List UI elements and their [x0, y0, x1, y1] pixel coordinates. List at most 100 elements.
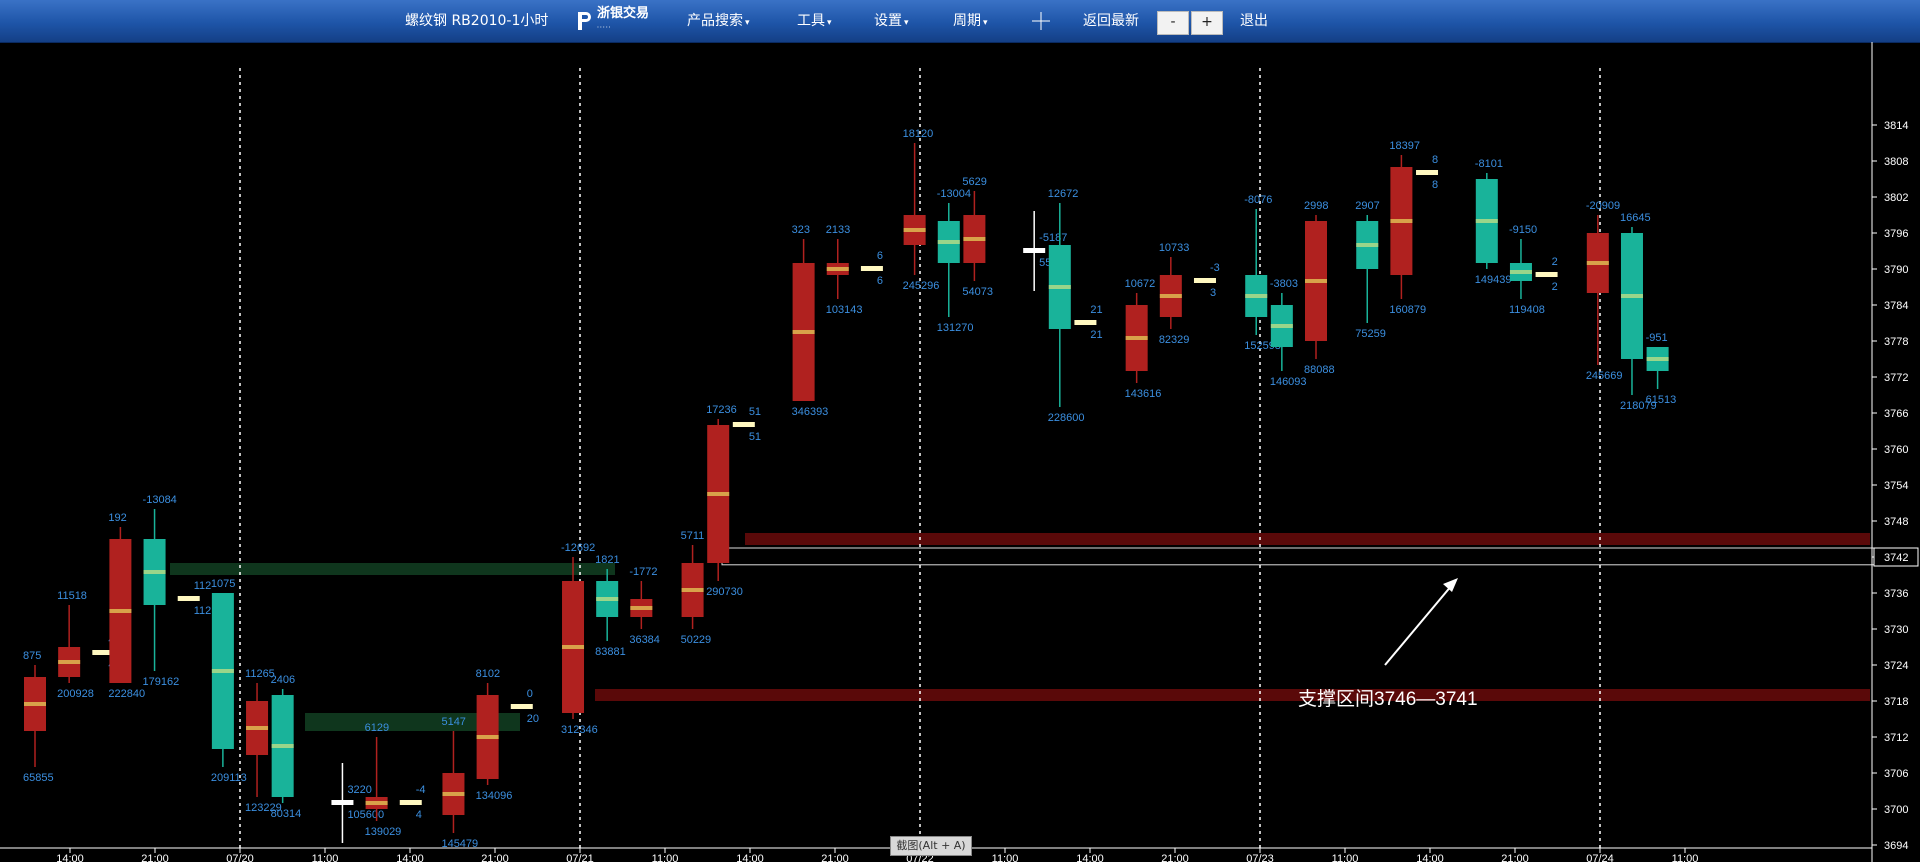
candle-label-bottom: 312346 [561, 724, 598, 736]
candle-label-top: 17236 [706, 404, 737, 416]
candle-label-top: 2998 [1304, 200, 1328, 212]
candle-label-bottom: 54073 [962, 286, 993, 298]
x-tick-label: 21:00 [1161, 853, 1189, 862]
candle-label-bottom: 65855 [23, 772, 54, 784]
back-to-latest-button[interactable]: 返回最新 [1083, 0, 1139, 42]
menu-tools[interactable]: 工具 ▾ [797, 0, 832, 42]
menu-period[interactable]: 周期 ▾ [953, 0, 988, 42]
x-tick-label: 11:00 [1332, 853, 1359, 862]
y-tick-label: 3772 [1884, 372, 1908, 384]
x-tick-label: 14:00 [1416, 853, 1444, 862]
y-tick-label: 3808 [1884, 156, 1908, 168]
chevron-down-icon: ▾ [983, 18, 988, 28]
x-tick-label: 07/24 [1586, 853, 1614, 862]
price-marker-label: 3742 [1884, 552, 1908, 564]
poc-marker [24, 702, 46, 706]
candle-label-top: -951 [1646, 332, 1668, 344]
poc-marker [630, 606, 653, 610]
instrument-title: 螺纹钢 RB2010-1小时 [405, 13, 549, 29]
candle-label-bottom: 179162 [143, 676, 180, 688]
zoom-in-button[interactable]: + [1191, 11, 1223, 35]
candle-label-top: -9150 [1509, 224, 1537, 236]
y-tick-label: 3748 [1884, 516, 1908, 528]
candle-label-bottom: 112 [194, 605, 212, 617]
candle-label-top: -13084 [143, 494, 177, 506]
menu-product-search[interactable]: 产品搜索 ▾ [687, 0, 750, 42]
poc-marker [1270, 324, 1293, 328]
candle-label-top: 1075 [211, 578, 235, 590]
screenshot-tooltip: 截图(Alt + A) [890, 836, 972, 856]
zoom-out-button[interactable]: - [1157, 11, 1189, 35]
flat-marker [510, 704, 533, 709]
poc-marker [58, 660, 81, 664]
candle-label-top: 112 [194, 580, 212, 592]
candle-label-bottom: 209113 [211, 772, 247, 784]
candle-label-bottom: 131270 [937, 322, 974, 334]
candle-label-top: -8076 [1244, 194, 1272, 206]
candle-label-bottom: 82329 [1159, 334, 1190, 346]
y-tick-label: 3778 [1884, 336, 1908, 348]
candle-label-bottom: 105600 [347, 809, 384, 821]
candle-label-bottom: 228600 [1048, 412, 1085, 424]
x-tick-label: 21:00 [141, 853, 169, 862]
flat-marker [1535, 272, 1558, 277]
poc-marker [792, 330, 815, 334]
y-tick-label: 3736 [1884, 588, 1908, 600]
candlestick-chart[interactable]: 87565855115182009284242192222840-1308417… [0, 42, 1920, 862]
poc-marker [1620, 294, 1643, 298]
candle-label-top: 323 [792, 224, 810, 236]
poc-marker [365, 801, 388, 805]
candle-label-bottom: 2 [1552, 281, 1558, 293]
x-tick-label: 11:00 [652, 853, 679, 862]
candle-label-top: 10733 [1159, 242, 1190, 254]
poc-marker [1390, 219, 1413, 223]
zone-resistance [745, 533, 1870, 545]
x-tick-label: 07/20 [226, 853, 254, 862]
candle-label-top: 0 [527, 688, 533, 700]
candle-label-top: 12672 [1048, 188, 1079, 200]
y-tick-label: 3694 [1884, 840, 1908, 852]
candle-label-bottom: 103143 [826, 304, 863, 316]
x-tick-label: 21:00 [1501, 853, 1529, 862]
poc-marker [1356, 243, 1379, 247]
crosshair-icon[interactable] [1032, 12, 1050, 30]
candle-label-bottom: 36384 [629, 634, 660, 646]
candle-label-top: -3 [1210, 262, 1220, 274]
candle-label-top: 2 [1552, 256, 1558, 268]
y-tick-label: 3790 [1884, 264, 1908, 276]
candle-label-bottom: 83881 [595, 646, 626, 658]
y-tick-label: 3766 [1884, 408, 1908, 420]
candle-label-bottom: 51 [749, 431, 761, 443]
exit-button[interactable]: 退出 [1240, 0, 1268, 42]
menu-settings[interactable]: 设置 ▾ [874, 0, 909, 42]
candle-label-top: -8101 [1475, 158, 1503, 170]
x-tick-label: 14:00 [736, 853, 764, 862]
poc-marker [1048, 285, 1071, 289]
flat-marker [1416, 170, 1439, 175]
candle-label-top: -4 [416, 784, 426, 796]
y-tick-label: 3796 [1884, 228, 1908, 240]
candle-label-top: 21 [1090, 304, 1102, 316]
candle-label-bottom: 6 [877, 275, 883, 287]
candle-label-top: 51 [749, 406, 761, 418]
candle-label-bottom: 149439 [1475, 274, 1512, 286]
poc-marker [903, 228, 926, 232]
candle-label-top: 16645 [1620, 212, 1651, 224]
x-tick-label: 21:00 [481, 853, 509, 862]
poc-marker [937, 240, 960, 244]
poc-marker [109, 609, 132, 613]
y-tick-label: 3730 [1884, 624, 1908, 636]
brand-logo: 浙银交易 ····· [575, 7, 649, 33]
candle-label-top: 875 [23, 650, 41, 662]
candle-label-bottom: 222840 [108, 688, 145, 700]
y-tick-label: 3784 [1884, 300, 1908, 312]
candle-label-bottom: 200928 [57, 688, 94, 700]
flat-marker [1023, 248, 1046, 253]
x-tick-label: 11:00 [992, 853, 1019, 862]
y-tick-label: 3754 [1884, 480, 1908, 492]
x-tick-label: 07/21 [566, 853, 594, 862]
poc-marker [476, 735, 499, 739]
candle-label-bottom: 146093 [1270, 376, 1307, 388]
poc-marker [1159, 294, 1182, 298]
candle-label-top: 2133 [826, 224, 850, 236]
